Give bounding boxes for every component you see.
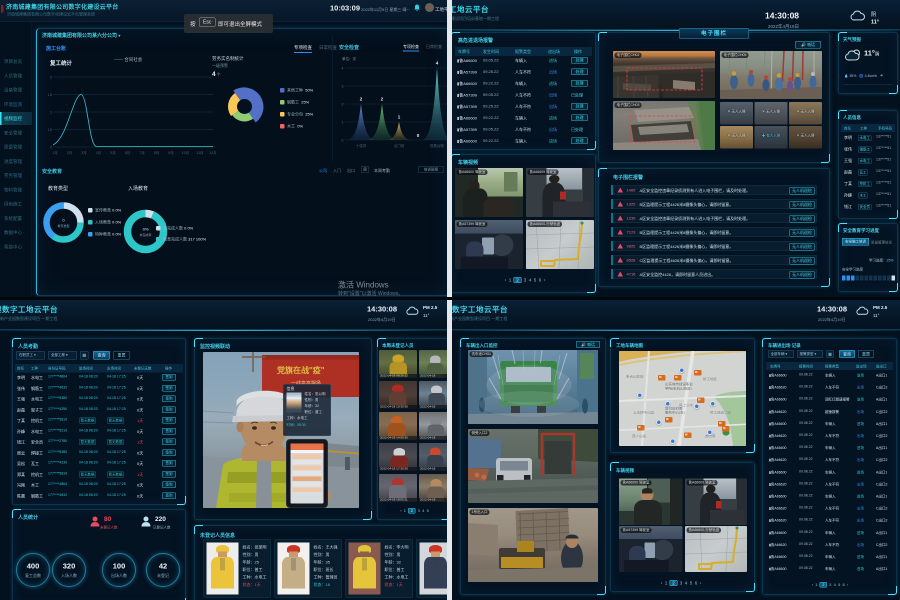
svg-text:上天桥中公园: 上天桥中公园 (633, 410, 654, 415)
svg-text:0.5: 0.5 (48, 128, 52, 132)
svg-text:2月: 2月 (67, 150, 72, 155)
svg-text:0: 0 (342, 139, 344, 143)
svg-text:4: 4 (342, 67, 344, 71)
svg-text:1: 1 (50, 111, 52, 115)
svg-text:3: 3 (342, 85, 344, 89)
svg-text:山东城市建设职业: 山东城市建设职业 (665, 382, 694, 387)
svg-text:单位：次: 单位：次 (342, 56, 356, 61)
svg-text:服务中心(东): 服务中心(东) (665, 410, 685, 415)
svg-text:凤上公交: 凤上公交 (679, 402, 694, 407)
svg-text:0%: 0% (143, 227, 149, 232)
svg-text:未完成率: 未完成率 (139, 232, 151, 237)
svg-text:0: 0 (62, 218, 65, 223)
svg-text:1.5: 1.5 (48, 93, 52, 97)
svg-text:3月: 3月 (81, 150, 86, 155)
svg-text:0: 0 (417, 133, 420, 138)
svg-text:4: 4 (436, 61, 439, 66)
svg-text:现属台账: 现属台账 (430, 143, 444, 148)
svg-text:常付庄村委: 常付庄村委 (665, 406, 683, 411)
svg-text:1: 1 (398, 115, 401, 120)
svg-text:7月: 7月 (139, 150, 144, 155)
svg-text:2: 2 (381, 97, 384, 102)
svg-text:9月: 9月 (168, 150, 173, 155)
svg-text:1月: 1月 (52, 150, 57, 155)
svg-text:2: 2 (360, 97, 363, 102)
svg-text:12月: 12月 (209, 150, 216, 155)
svg-text:重点山区段: 重点山区段 (626, 374, 644, 379)
svg-text:学院(彩石山校区): 学院(彩石山校区) (665, 386, 692, 391)
svg-text:党旗在战"疫": 党旗在战"疫" (277, 365, 325, 375)
svg-text:新工地区: 新工地区 (703, 377, 718, 382)
svg-text:杏山寨: 杏山寨 (705, 433, 716, 438)
svg-text:出门岗: 出门岗 (394, 143, 405, 148)
svg-text:教育类型: 教育类型 (57, 223, 69, 228)
svg-text:10月: 10月 (182, 150, 189, 155)
svg-text:十强郊: 十强郊 (356, 143, 367, 148)
svg-text:西人山段: 西人山段 (632, 433, 647, 438)
svg-text:2: 2 (50, 76, 52, 80)
svg-text:11月: 11月 (196, 150, 203, 155)
svg-text:民工通道二区: 民工通道二区 (710, 410, 732, 415)
svg-text:2: 2 (342, 103, 344, 107)
svg-text:8月: 8月 (154, 150, 159, 155)
svg-text:6月: 6月 (125, 150, 130, 155)
svg-text:4月: 4月 (96, 150, 101, 155)
svg-text:5月: 5月 (110, 150, 115, 155)
svg-text:1: 1 (342, 121, 344, 125)
svg-text:0: 0 (50, 146, 52, 150)
